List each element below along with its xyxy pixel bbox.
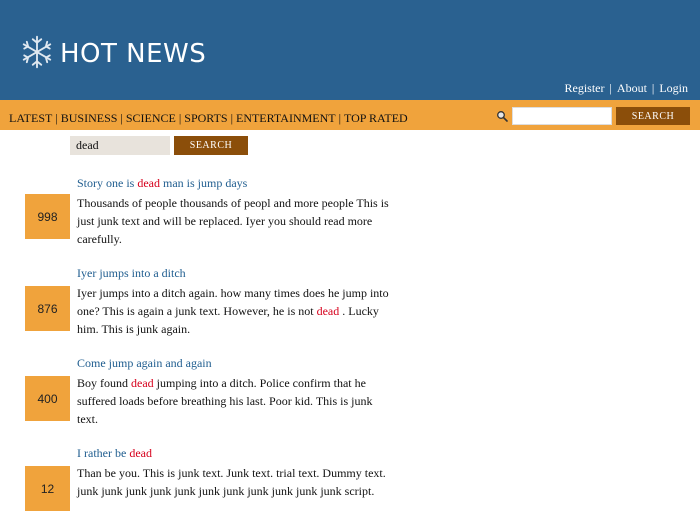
highlight-term: dead [316,304,340,318]
about-link[interactable]: About [617,81,647,95]
nav-item-science[interactable]: SCIENCE [126,111,176,125]
search-icon [496,110,508,122]
highlight-term: dead [131,376,154,390]
story-body: Iyer jumps into a ditch again. how many … [77,286,389,336]
nav-search-input[interactable] [512,107,612,125]
story-title[interactable]: Come jump again and again [77,356,212,371]
story-title[interactable]: Story one is dead man is jump days [77,176,247,191]
nav-item-business[interactable]: BUSINESS [61,111,118,125]
nav-item-latest[interactable]: LATEST [9,111,52,125]
account-links: Register | About | Login [564,81,688,95]
logo[interactable]: HOT NEWS [20,34,206,74]
story-body: Than be you. This is junk text. Junk tex… [77,466,386,498]
story-title[interactable]: I rather be dead [77,446,152,461]
nav-search-button[interactable]: SEARCH [616,107,690,125]
score-badge: 998 [25,194,70,239]
story-title[interactable]: Iyer jumps into a ditch [77,266,186,281]
score-badge: 12 [25,466,70,511]
nav-item-top-rated[interactable]: TOP RATED [344,111,408,125]
snowflake-icon [20,35,54,73]
site-header: HOT NEWS Register | About | Login [0,0,700,100]
site-title: HOT NEWS [60,39,207,69]
story-body: Boy found dead jumping into a ditch. Pol… [77,376,373,426]
search-input[interactable] [70,136,170,155]
highlight-term: dead [129,446,152,460]
login-link[interactable]: Login [659,81,688,95]
score-badge: 400 [25,376,70,421]
story-body: Thousands of people thousands of peopl a… [77,196,389,246]
nav-item-entertainment[interactable]: ENTERTAINMENT [236,111,336,125]
nav-item-sports[interactable]: SPORTS [184,111,227,125]
search-button[interactable]: SEARCH [174,136,248,155]
nav-links: LATEST | BUSINESS | SCIENCE | SPORTS | ENTERTAIN… [9,111,408,125]
score-badge: 876 [25,286,70,331]
register-link[interactable]: Register [565,81,605,95]
highlight-term: dead [137,176,160,190]
